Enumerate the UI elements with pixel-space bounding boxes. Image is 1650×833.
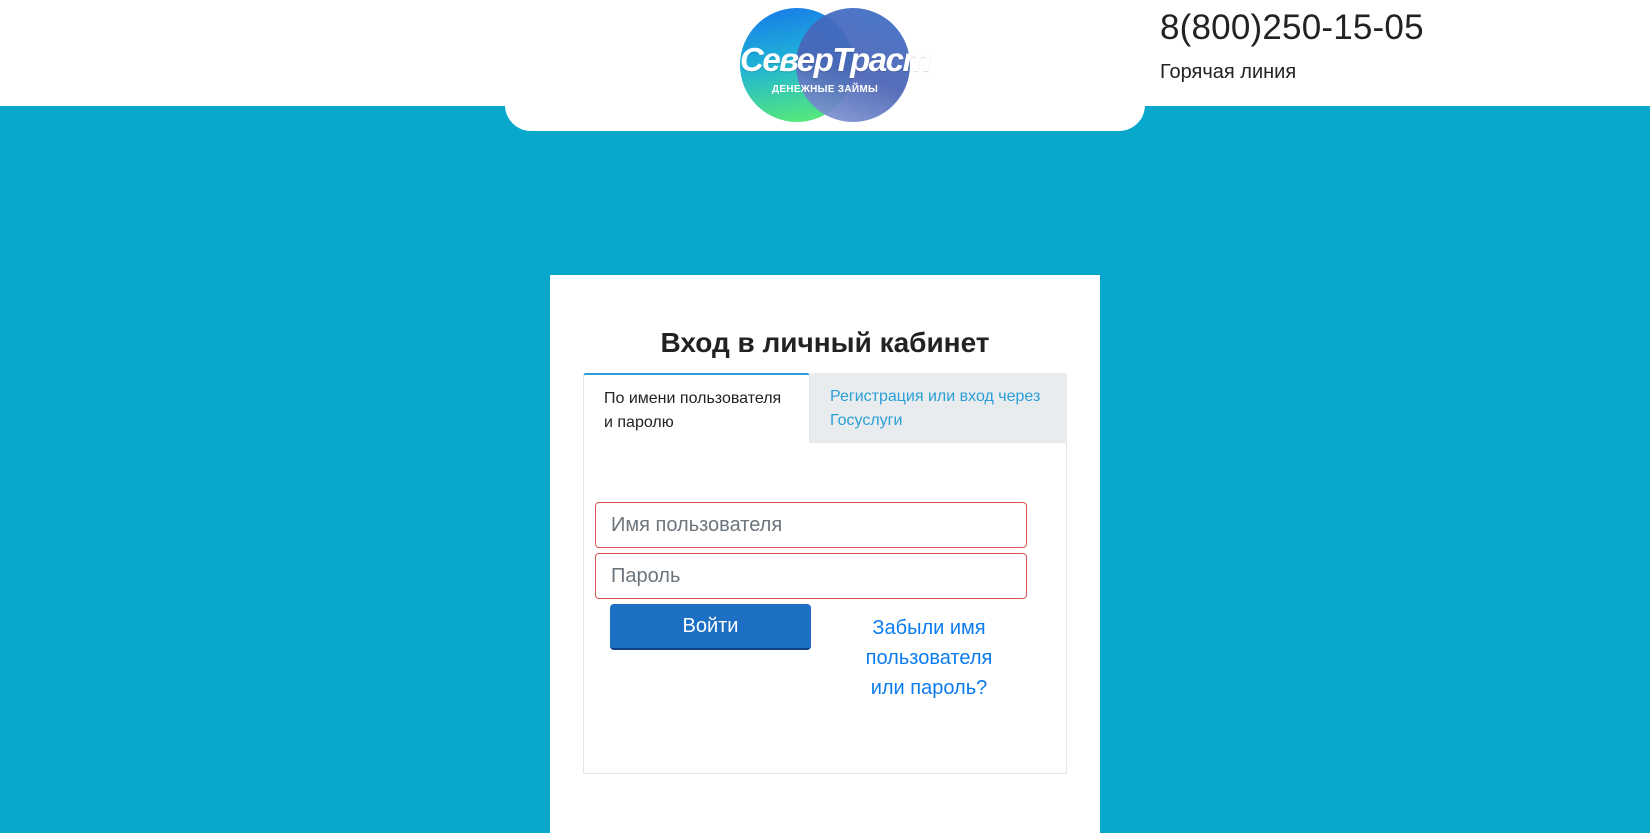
tab-gosuslugi[interactable]: Регистрация или вход через Госуслуги	[810, 373, 1067, 443]
page: СеверТраст ДЕНЕЖНЫЕ ЗАЙМЫ 8(800)250-15-0…	[0, 0, 1650, 833]
logo-brand-text: СеверТраст	[740, 41, 932, 78]
login-title: Вход в личный кабинет	[660, 327, 990, 358]
tab-username-password[interactable]: По имени пользователя и паролю	[583, 373, 810, 443]
hotline-label: Горячая линия	[1160, 61, 1297, 83]
hotline-phone[interactable]: 8(800)250-15-05	[1160, 8, 1424, 48]
login-card: Вход в личный кабинет По имени пользоват…	[550, 275, 1100, 833]
brand-logo[interactable]: СеверТраст ДЕНЕЖНЫЕ ЗАЙМЫ	[740, 8, 932, 124]
login-form-panel: Войти Забыли имя пользователя или пароль…	[583, 443, 1067, 774]
username-input[interactable]	[595, 502, 1027, 548]
forgot-credentials-link[interactable]: Забыли имя пользователя или пароль?	[859, 613, 999, 703]
password-input[interactable]	[595, 553, 1027, 599]
login-tabs: По имени пользователя и паролю Регистрац…	[583, 373, 1067, 443]
login-button[interactable]: Войти	[610, 604, 811, 650]
logo-tagline: ДЕНЕЖНЫЕ ЗАЙМЫ	[771, 84, 879, 95]
